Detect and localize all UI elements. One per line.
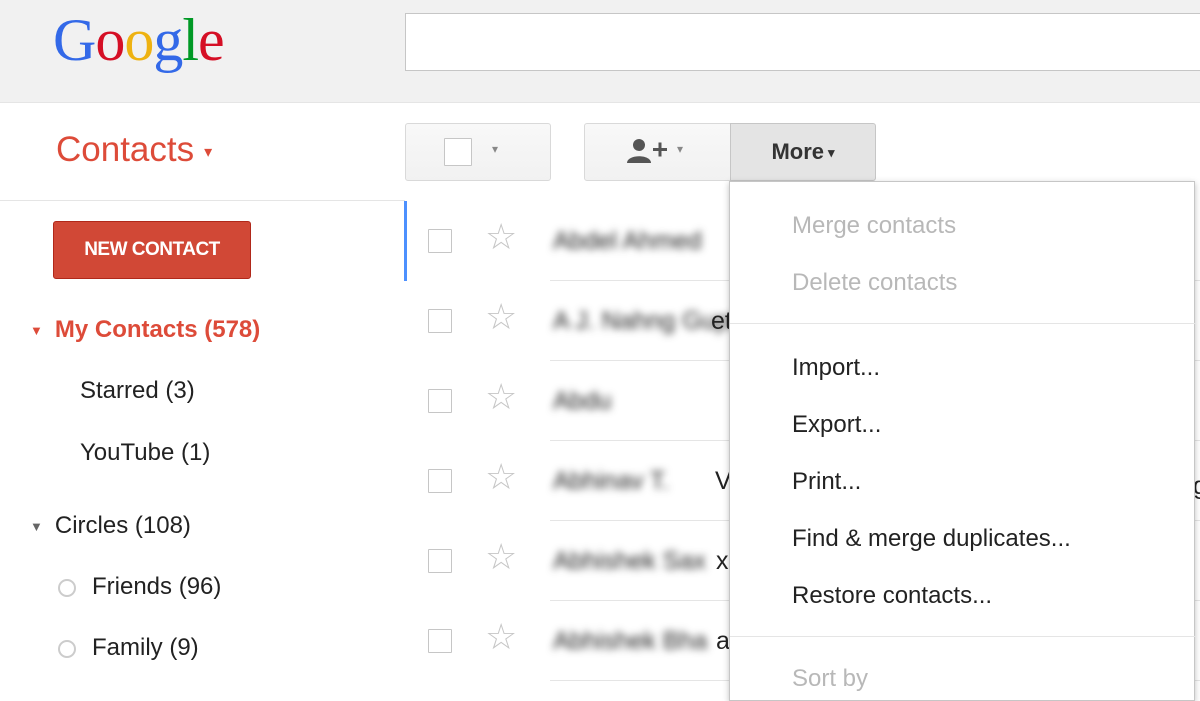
- select-all-checkbox[interactable]: [444, 138, 472, 166]
- star-icon[interactable]: ☆: [485, 459, 517, 495]
- logo-letter: e: [198, 7, 225, 73]
- sidebar-item-label: Friends (96): [92, 573, 222, 600]
- star-icon[interactable]: ☆: [485, 379, 517, 415]
- row-checkbox[interactable]: [428, 309, 452, 333]
- contact-name: Abhishek Sax: [553, 547, 706, 575]
- sidebar-item-youtube[interactable]: YouTube (1): [80, 439, 210, 467]
- chevron-down-icon: ▾: [492, 142, 499, 156]
- logo-letter: G: [53, 7, 96, 73]
- sidebar-item-starred[interactable]: Starred (3): [80, 377, 195, 405]
- chevron-down-icon: ▾: [677, 142, 684, 156]
- sidebar-item-label: My Contacts (578): [54, 316, 261, 343]
- chevron-down-icon: ▾: [204, 143, 213, 161]
- star-icon[interactable]: ☆: [485, 299, 517, 335]
- row-checkbox[interactable]: [428, 469, 452, 493]
- menu-item-sort-by: Sort by: [792, 665, 869, 692]
- chevron-down-icon: ▾: [828, 145, 835, 161]
- menu-item-restore-contacts[interactable]: Restore contacts...: [792, 582, 992, 610]
- search-input[interactable]: [405, 13, 1200, 71]
- circle-icon: [58, 578, 76, 597]
- logo-letter: l: [182, 7, 199, 73]
- contact-name-visible-part: a: [716, 627, 730, 655]
- sidebar-item-label: Circles (108): [54, 512, 191, 539]
- menu-item-delete-contacts: Delete contacts: [792, 269, 958, 296]
- sidebar-item-circles[interactable]: ▼ Circles (108): [30, 512, 191, 540]
- new-contact-button[interactable]: NEW CONTACT: [53, 221, 251, 279]
- expand-icon[interactable]: ▼: [30, 519, 43, 534]
- circle-icon: [58, 639, 76, 658]
- google-logo[interactable]: Google: [53, 6, 225, 75]
- logo-letter: o: [95, 7, 125, 73]
- contact-name: Abdel Ahmed: [553, 227, 702, 255]
- menu-separator: [730, 323, 1196, 324]
- logo-letter: g: [153, 7, 183, 73]
- more-label: More: [771, 139, 825, 164]
- sidebar-divider: [0, 200, 405, 201]
- menu-item-find-merge-duplicates[interactable]: Find & merge duplicates...: [792, 525, 1071, 553]
- menu-item-print[interactable]: Print...: [792, 468, 861, 496]
- sidebar-item-label: YouTube (1): [80, 439, 211, 466]
- sidebar-item-friends[interactable]: Friends (96): [58, 573, 221, 601]
- contact-name: Abhishek Bha: [553, 627, 708, 655]
- logo-letter: o: [124, 7, 154, 73]
- app-title[interactable]: Contacts ▾: [56, 130, 212, 170]
- row-checkbox[interactable]: [428, 629, 452, 653]
- contact-name: Abdu: [553, 387, 612, 415]
- expand-icon[interactable]: ▼: [30, 323, 43, 338]
- sidebar-item-family[interactable]: Family (9): [58, 634, 199, 662]
- menu-item-merge-contacts: Merge contacts: [792, 212, 957, 239]
- star-icon[interactable]: ☆: [485, 219, 517, 255]
- add-person-icon: [627, 139, 667, 163]
- row-checkbox[interactable]: [428, 389, 452, 413]
- contact-name: Abhinav T.: [553, 467, 670, 495]
- row-checkbox[interactable]: [428, 549, 452, 573]
- row-checkbox[interactable]: [428, 229, 452, 253]
- contact-name-visible-part: x: [716, 547, 729, 575]
- app-title-label: Contacts: [56, 130, 195, 169]
- more-button[interactable]: More ▾: [730, 123, 876, 181]
- more-dropdown-menu: Merge contacts Delete contacts Import...…: [729, 181, 1196, 701]
- menu-item-export[interactable]: Export...: [792, 411, 881, 439]
- menu-item-import[interactable]: Import...: [792, 354, 880, 382]
- star-icon[interactable]: ☆: [485, 539, 517, 575]
- select-all-button[interactable]: ▾: [405, 123, 551, 181]
- star-icon[interactable]: ☆: [485, 619, 517, 655]
- sidebar-item-my-contacts[interactable]: ▼ My Contacts (578): [30, 316, 260, 344]
- sidebar-item-label: Family (9): [92, 634, 199, 661]
- menu-separator: [730, 636, 1196, 637]
- top-bar: Google: [0, 0, 1200, 103]
- add-to-circles-button[interactable]: ▾: [584, 123, 732, 181]
- sidebar-item-label: Starred (3): [80, 377, 195, 404]
